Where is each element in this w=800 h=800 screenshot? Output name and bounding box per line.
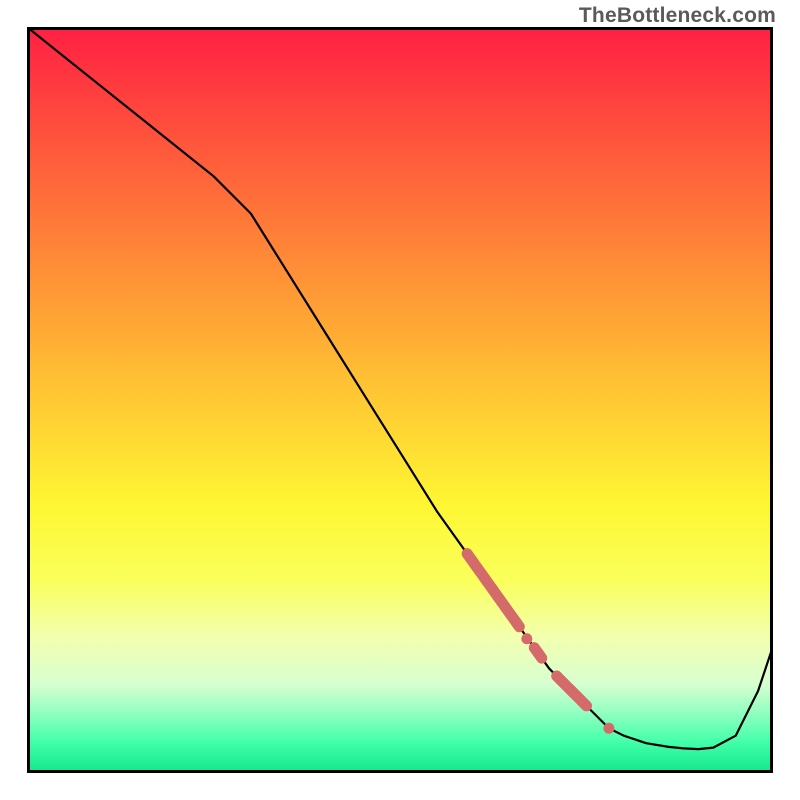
chart-container: TheBottleneck.com: [0, 0, 800, 800]
plot-background: [27, 27, 773, 773]
watermark-text: TheBottleneck.com: [579, 4, 776, 28]
